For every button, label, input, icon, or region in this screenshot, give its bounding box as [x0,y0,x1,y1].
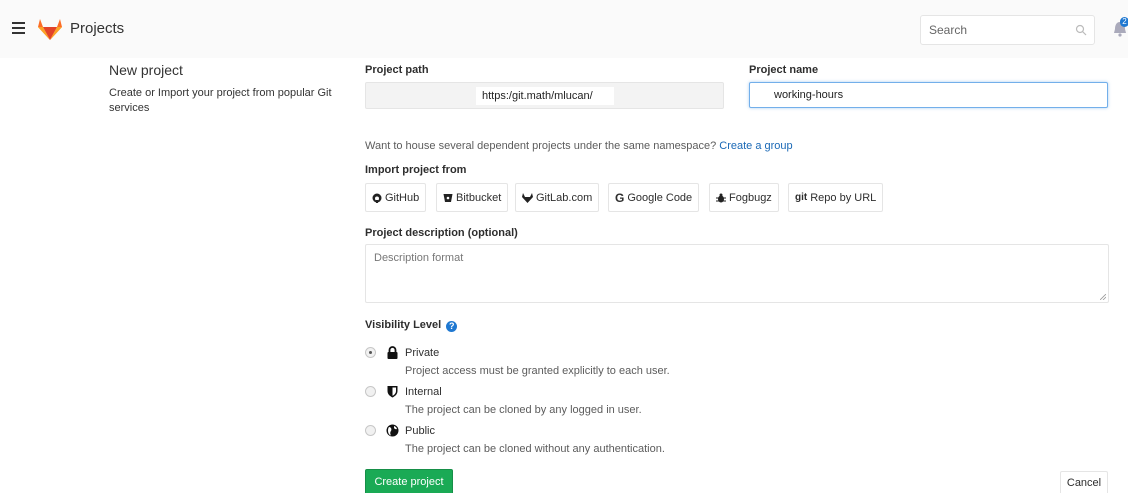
shield-icon [387,386,398,398]
project-name-input[interactable] [749,82,1108,108]
namespace-hint: Want to house several dependent projects… [365,140,793,152]
search-icon [1075,24,1087,36]
bug-icon [716,193,726,202]
visibility-private-description: Project access must be granted explicitl… [405,365,670,377]
visibility-private-radio[interactable] [365,347,376,358]
import-bitbucket-label: Bitbucket [456,191,502,204]
globe-icon [386,424,399,437]
create-project-button[interactable]: Create project [365,469,453,493]
import-github-button[interactable]: GitHub [365,183,427,212]
import-github-label: GitHub [385,191,420,204]
import-gitlab-button[interactable]: GitLab.com [515,183,600,212]
visibility-label-row: Visibility Level ? [365,319,458,332]
question-icon[interactable]: ? [446,321,458,332]
project-name-label: Project name [749,64,819,76]
import-fogbugz-button[interactable]: Fogbugz [709,183,779,212]
import-fogbugz-label: Fogbugz [729,191,772,204]
import-repo-url-button[interactable]: git Repo by URL [788,183,884,212]
page-title: Projects [70,20,125,37]
project-path-field[interactable]: https:/git.math/mlucan/ [365,82,724,109]
resize-handle-icon[interactable] [1100,294,1106,300]
visibility-public-radio[interactable] [365,425,376,436]
visibility-label: Visibility Level [365,319,442,331]
google-icon: G [615,190,625,205]
section-title: New project [109,62,183,78]
visibility-public-description: The project can be cloned without any au… [405,443,665,455]
import-bitbucket-button[interactable]: Bitbucket [436,183,509,212]
project-path-prefix: https:/git.math/mlucan/ [476,87,614,105]
create-group-link[interactable]: Create a group [719,140,792,152]
description-textarea[interactable] [365,244,1109,303]
top-navbar: Projects 2 [0,0,1128,58]
bitbucket-icon [443,193,453,202]
import-gitlab-label: GitLab.com [536,191,593,204]
visibility-internal-label: Internal [405,386,442,398]
description-label: Project description (optional) [365,227,518,239]
visibility-internal-description: The project can be cloned by any logged … [405,404,642,416]
import-label: Import project from [365,164,467,176]
cancel-button[interactable]: Cancel [1060,471,1108,493]
visibility-internal-radio[interactable] [365,386,376,397]
git-icon: git [795,192,808,203]
namespace-hint-text: Want to house several dependent projects… [365,140,717,152]
notification-badge: 2 [1120,17,1128,27]
lock-icon [387,346,398,359]
gitlab-icon [522,192,533,203]
gitlab-logo[interactable] [37,17,63,41]
import-google-code-label: Google Code [627,191,693,204]
project-path-label: Project path [365,64,429,76]
visibility-private-label: Private [405,347,440,359]
hamburger-menu-icon[interactable] [12,22,25,34]
section-description: Create or Import your project from popul… [109,87,332,114]
import-repo-url-label: Repo by URL [810,191,877,204]
import-google-code-button[interactable]: G Google Code [608,183,700,212]
visibility-public-label: Public [405,425,435,437]
search-input[interactable] [920,15,1095,45]
github-icon [372,193,382,203]
